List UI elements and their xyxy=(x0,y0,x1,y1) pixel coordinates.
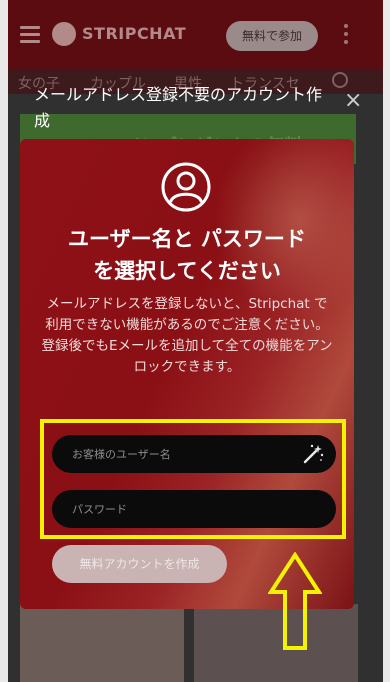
modal-title: メールアドレス登録不要のアカウント作成 xyxy=(34,85,323,130)
user-circle-icon xyxy=(161,162,211,212)
bg-thumbnail xyxy=(20,604,184,682)
search-icon[interactable] xyxy=(332,72,348,88)
join-button[interactable]: 無料で参加 xyxy=(226,21,318,51)
headline-line: を選択してください xyxy=(93,259,281,283)
magic-wand-icon[interactable] xyxy=(302,443,324,465)
password-field-wrapper xyxy=(52,490,336,528)
app-header: STRIPCHAT 無料で参加 xyxy=(8,0,383,70)
password-input[interactable] xyxy=(52,490,336,528)
create-account-button[interactable]: 無料アカウントを作成 xyxy=(52,545,227,583)
logo-icon xyxy=(52,22,76,46)
up-arrow-icon xyxy=(268,552,322,650)
kebab-menu-icon[interactable] xyxy=(344,24,348,48)
signup-modal: ユーザー名と パスワード を選択してください メールアドレスを登録しないと、St… xyxy=(20,139,354,609)
username-input[interactable] xyxy=(52,435,336,473)
username-field-wrapper xyxy=(52,435,336,473)
close-icon[interactable]: × xyxy=(344,90,362,112)
hamburger-icon[interactable] xyxy=(20,26,40,43)
modal-description: メールアドレスを登録しないと、Stripchat で利用できない機能があるのでご… xyxy=(41,296,333,375)
logo-text: STRIPCHAT xyxy=(82,24,187,43)
modal-headline: ユーザー名と パスワード を選択してください xyxy=(20,223,354,287)
headline-line: ユーザー名と パスワード xyxy=(68,227,306,251)
